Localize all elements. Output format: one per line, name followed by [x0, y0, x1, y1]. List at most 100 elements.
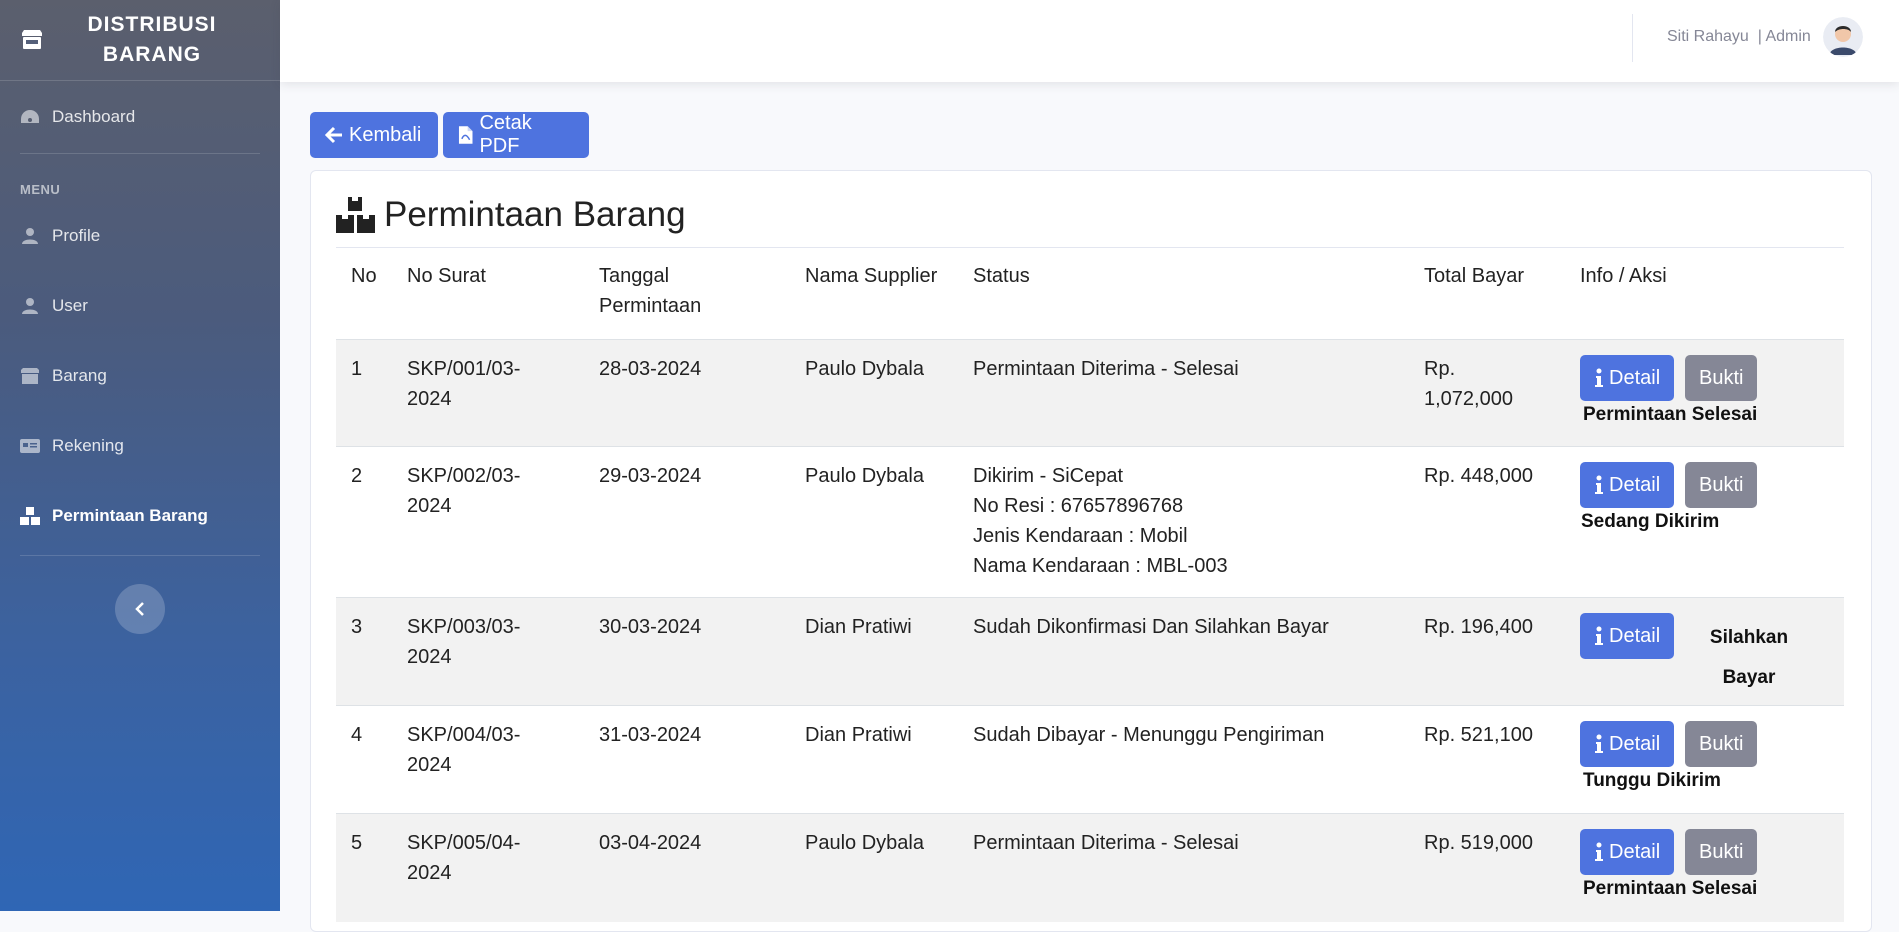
detail-button[interactable]: Detail	[1580, 829, 1675, 875]
column-header: Tanggal Permintaan	[599, 265, 702, 317]
info-icon	[1595, 475, 1603, 494]
boxes-icon	[20, 507, 40, 525]
bukti-label: Bukti	[1699, 473, 1744, 496]
status-line: No Resi : 67657896768	[973, 495, 1184, 517]
requests-card: Permintaan Barang No No Surat Tanggal Pe…	[310, 170, 1872, 932]
sidebar-item-rekening[interactable]: Rekening	[0, 411, 280, 481]
bukti-button[interactable]: Bukti	[1685, 355, 1758, 401]
avatar-icon	[1823, 17, 1863, 57]
sidebar-item-label: Barang	[52, 366, 107, 385]
bukti-button[interactable]: Bukti	[1685, 829, 1758, 875]
column-header: No Surat	[407, 265, 486, 287]
chevron-left-icon	[135, 602, 144, 616]
info-icon	[1595, 368, 1603, 387]
bukti-label: Bukti	[1699, 840, 1744, 863]
sidebar-item-label: Profile	[52, 226, 101, 245]
table-header: No No Surat Tanggal Permintaan Nama Supp…	[336, 249, 1844, 339]
back-button-label: Kembali	[349, 123, 422, 146]
sidebar-brand[interactable]: DISTRIBUSI BARANG	[0, 0, 280, 81]
user-icon	[22, 298, 38, 314]
sidebar-item-user[interactable]: User	[0, 271, 280, 341]
sidebar-item-barang[interactable]: Barang	[0, 341, 280, 411]
print-pdf-label: Cetak PDF	[479, 112, 532, 157]
column-header: Info / Aksi	[1580, 265, 1667, 287]
arrow-left-icon	[325, 126, 342, 144]
detail-label: Detail	[1609, 366, 1661, 389]
sidebar-item-permintaan-barang[interactable]: Permintaan Barang	[0, 481, 280, 551]
row-tanggal: 29-03-2024	[599, 465, 702, 487]
detail-button[interactable]: Detail	[1580, 355, 1675, 401]
row-no: 3	[351, 616, 363, 638]
detail-button[interactable]: Detail	[1580, 613, 1675, 659]
status-line: Jenis Kendaraan : Mobil	[973, 525, 1188, 547]
row-total: Rp. 196,400	[1424, 616, 1533, 638]
detail-label: Detail	[1609, 473, 1661, 496]
print-pdf-button[interactable]: Cetak PDF	[443, 112, 589, 158]
aksi-status: Sedang Dikirim	[1581, 511, 1720, 532]
row-tanggal: 28-03-2024	[599, 358, 702, 380]
avatar[interactable]	[1823, 17, 1863, 57]
row-surat: SKP/001/03-2024	[407, 358, 521, 410]
detail-label: Detail	[1609, 732, 1661, 755]
sidebar-item-label: Rekening	[52, 436, 124, 455]
detail-label: Detail	[1609, 840, 1661, 863]
user-name: Siti Rahayu	[1667, 28, 1749, 45]
row-supplier: Dian Pratiwi	[805, 616, 912, 638]
row-status: Permintaan Diterima - Selesai	[973, 358, 1239, 380]
info-icon	[1595, 842, 1603, 861]
title-divider	[336, 247, 1844, 248]
user-icon	[22, 228, 38, 244]
column-header: Status	[973, 265, 1030, 287]
row-total: Rp. 521,100	[1424, 724, 1533, 746]
aksi-status: Tunggu Dikirim	[1583, 770, 1721, 791]
sidebar: DISTRIBUSI BARANG Dashboard MENU Profile…	[0, 0, 280, 911]
sidebar-item-profile[interactable]: Profile	[0, 201, 280, 271]
sidebar-item-label: Permintaan Barang	[52, 506, 208, 525]
bukti-button[interactable]: Bukti	[1685, 721, 1758, 767]
row-no: 5	[351, 832, 363, 854]
row-surat: SKP/004/03-2024	[407, 724, 521, 776]
store-icon	[22, 30, 42, 49]
user-menu[interactable]: Siti Rahayu | Admin	[1667, 28, 1811, 46]
back-button[interactable]: Kembali	[310, 112, 438, 158]
status-line: Dikirim - SiCepat	[973, 465, 1124, 487]
row-no: 2	[351, 465, 363, 487]
row-surat: SKP/002/03-2024	[407, 465, 521, 517]
aksi-status: Permintaan Selesai	[1583, 878, 1758, 899]
detail-button[interactable]: Detail	[1580, 721, 1675, 767]
sidebar-item-dashboard[interactable]: Dashboard	[0, 81, 280, 153]
row-total: Rp. 448,000	[1424, 465, 1533, 487]
card-icon	[20, 439, 40, 453]
aksi-status: Permintaan Selesai	[1583, 404, 1758, 425]
dashboard-icon	[21, 110, 39, 123]
topbar-divider	[1632, 14, 1633, 62]
row-supplier: Paulo Dybala	[805, 358, 924, 380]
bukti-label: Bukti	[1699, 366, 1744, 389]
row-tanggal: 03-04-2024	[599, 832, 702, 854]
row-no: 4	[351, 724, 363, 746]
row-tanggal: 30-03-2024	[599, 616, 702, 638]
page-title-text: Permintaan Barang	[384, 195, 686, 234]
row-surat: SKP/003/03-2024	[407, 616, 521, 668]
sidebar-toggle-button[interactable]	[115, 584, 165, 634]
bukti-button[interactable]: Bukti	[1685, 462, 1758, 508]
table-row: 2 SKP/002/03-2024 29-03-2024 Paulo Dybal…	[336, 446, 1844, 598]
row-no: 1	[351, 358, 363, 380]
sidebar-item-label: User	[52, 296, 88, 315]
row-supplier: Dian Pratiwi	[805, 724, 912, 746]
info-icon	[1595, 626, 1603, 645]
menu-heading: MENU	[20, 182, 61, 197]
detail-label: Detail	[1609, 624, 1661, 647]
detail-button[interactable]: Detail	[1580, 462, 1675, 508]
status-line: Nama Kendaraan : MBL-003	[973, 555, 1228, 577]
sidebar-divider	[20, 555, 260, 556]
row-status: Permintaan Diterima - Selesai	[973, 832, 1239, 854]
sidebar-item-label: Dashboard	[52, 107, 136, 126]
table-row: 4 SKP/004/03-2024 31-03-2024 Dian Pratiw…	[336, 705, 1844, 814]
row-total: Rp. 1,072,000	[1424, 358, 1513, 410]
row-supplier: Paulo Dybala	[805, 832, 924, 854]
row-status: Sudah Dikonfirmasi Dan Silahkan Bayar	[973, 616, 1329, 638]
column-header: Nama Supplier	[805, 265, 938, 287]
row-supplier: Paulo Dybala	[805, 465, 924, 487]
user-role: | Admin	[1757, 28, 1811, 45]
